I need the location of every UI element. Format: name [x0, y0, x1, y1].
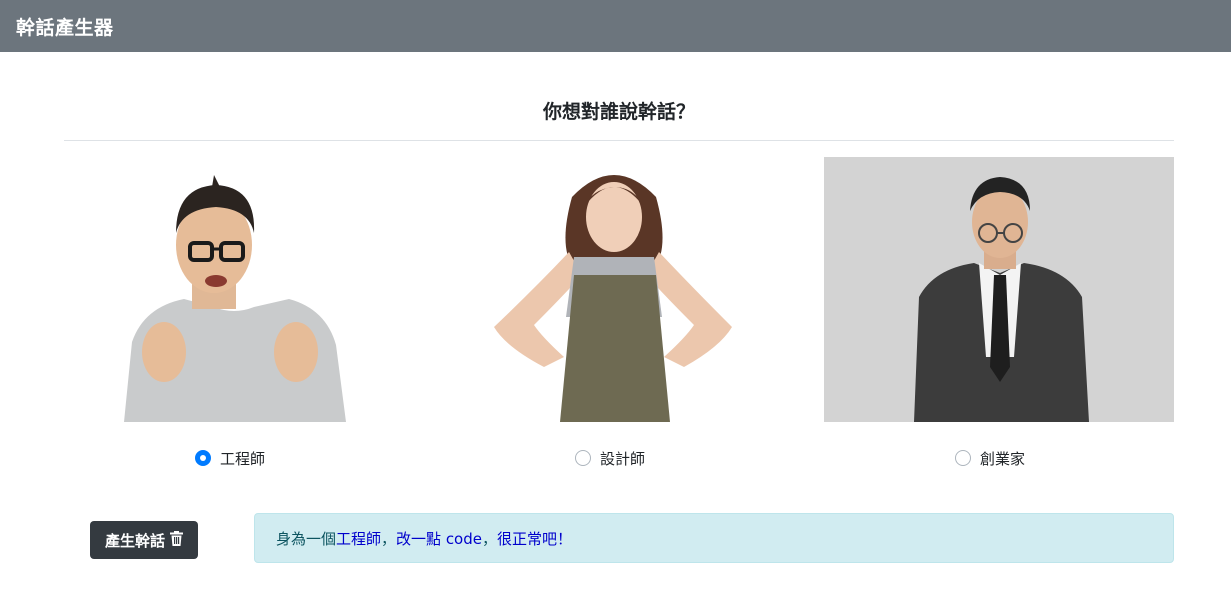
option-label: 設計師: [600, 449, 646, 468]
radio-entrepreneur[interactable]: [955, 450, 971, 466]
result-role: 工程師: [336, 529, 382, 548]
option-entrepreneur[interactable]: 創業家: [955, 448, 1025, 468]
result-prefix: 身為一個: [276, 529, 337, 548]
page-question: 你想對誰說幹話？: [542, 101, 695, 123]
radio-designer[interactable]: [575, 450, 591, 466]
result-separator: ，: [381, 529, 397, 548]
engineer-photo: [64, 157, 414, 422]
navbar: 幹話產生器: [0, 0, 1231, 52]
option-label: 創業家: [980, 449, 1026, 468]
option-designer[interactable]: 設計師: [575, 448, 645, 468]
result-alert: 身為一個 工程師，改一點 code，很正常吧！: [254, 513, 1174, 563]
result-separator: ，: [482, 529, 498, 548]
app-title[interactable]: 幹話產生器: [16, 13, 114, 40]
generate-button[interactable]: 產生幹話: [90, 521, 198, 559]
entrepreneur-photo: [824, 157, 1174, 422]
divider: [64, 140, 1174, 141]
radio-engineer[interactable]: [195, 450, 211, 466]
result-task: 改一點 code: [396, 529, 482, 548]
option-label: 工程師: [220, 449, 266, 468]
option-engineer[interactable]: 工程師: [195, 448, 265, 468]
trash-icon: [170, 530, 183, 550]
designer-photo: [444, 157, 794, 422]
generate-button-label: 產生幹話: [104, 531, 165, 550]
result-phrase: 很正常吧！: [497, 529, 573, 548]
